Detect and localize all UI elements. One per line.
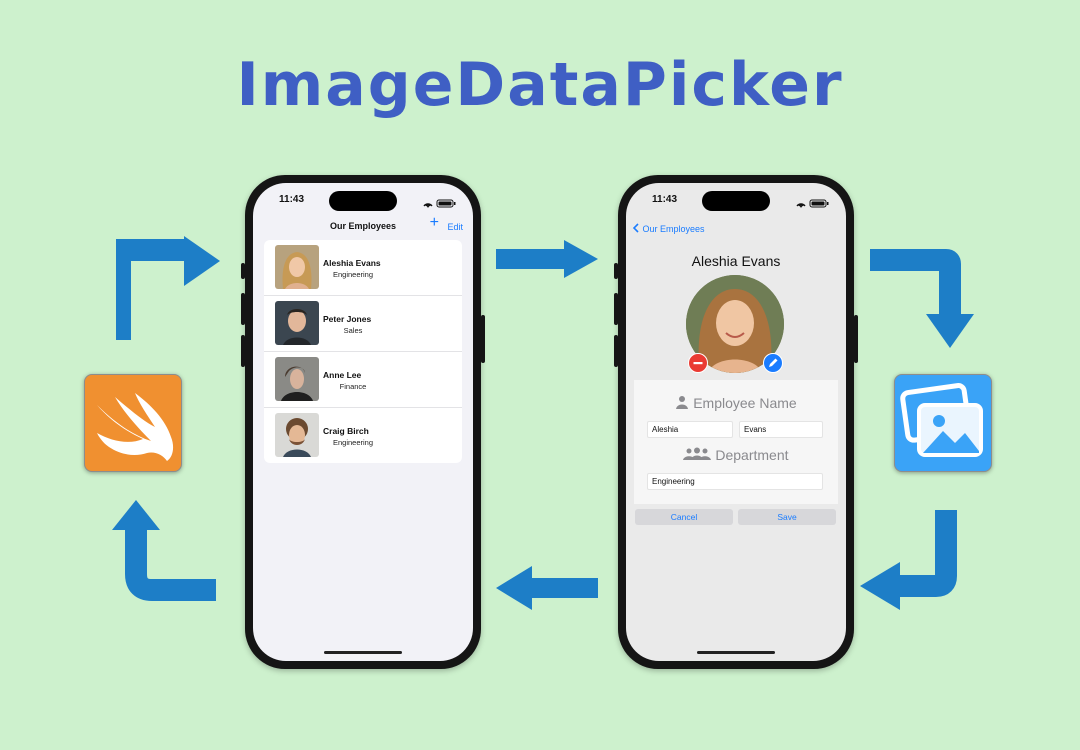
cancel-button[interactable]: Cancel	[635, 509, 733, 525]
employee-department: Finance	[339, 382, 367, 391]
edit-form: Employee Name Aleshia Evans Department E…	[634, 380, 838, 504]
arrow-right-top-icon	[496, 240, 598, 278]
chevron-left-icon	[632, 223, 639, 233]
employee-row[interactable]: Craig Birch Engineering	[264, 408, 462, 463]
employee-department: Sales	[343, 326, 363, 335]
dynamic-island	[329, 191, 397, 211]
employee-row[interactable]: Anne Lee Finance	[264, 352, 462, 408]
employee-photo	[275, 357, 319, 401]
employee-list: Aleshia Evans Engineering Peter Jones Sa…	[264, 240, 462, 463]
add-employee-button[interactable]: +	[430, 215, 439, 231]
employee-photo	[275, 301, 319, 345]
remove-photo-button[interactable]	[688, 353, 708, 373]
arrow-right-down-icon	[870, 249, 974, 348]
phone-employee-list: 11:43 Our Employees + Edit Aleshia Evans…	[241, 175, 485, 669]
person-icon	[676, 396, 689, 409]
department-label: Department	[715, 447, 789, 463]
back-label: Our Employees	[642, 224, 705, 234]
department-header: Department	[634, 447, 838, 463]
status-icons	[421, 195, 457, 213]
pencil-icon	[769, 358, 778, 367]
detail-screen: 11:43 Our Employees Aleshia Evans Employ…	[626, 183, 846, 661]
employee-department: Engineering	[332, 438, 374, 447]
department-field[interactable]: Engineering	[647, 473, 823, 490]
employee-department: Engineering	[332, 270, 374, 279]
nav-title: Our Employees	[329, 221, 397, 231]
employee-name: Peter Jones	[323, 314, 372, 324]
employee-name-label: Employee Name	[693, 395, 797, 411]
employee-name: Craig Birch	[323, 426, 369, 436]
status-icons	[794, 195, 830, 213]
arrow-left-bottom-icon	[496, 566, 598, 610]
arrow-down-left-icon	[860, 510, 957, 610]
home-indicator	[697, 651, 775, 654]
save-button[interactable]: Save	[738, 509, 836, 525]
group-icon	[683, 447, 712, 460]
status-time: 11:43	[652, 194, 678, 205]
photos-icon	[894, 374, 992, 472]
home-indicator	[324, 651, 402, 654]
employee-row[interactable]: Peter Jones Sales	[264, 296, 462, 352]
employee-photo	[275, 245, 319, 289]
dynamic-island	[702, 191, 770, 211]
arrow-up-right-icon	[116, 236, 220, 340]
swift-logo-icon	[84, 374, 182, 472]
arrow-left-up-icon	[112, 500, 216, 601]
employee-name: Aleshia Evans	[323, 258, 381, 268]
first-name-field[interactable]: Aleshia	[647, 421, 733, 438]
phone-employee-detail: 11:43 Our Employees Aleshia Evans Employ…	[614, 175, 858, 669]
employee-photo	[275, 413, 319, 457]
detail-name: Aleshia Evans	[691, 253, 781, 269]
employee-name-header: Employee Name	[634, 395, 838, 411]
employee-row[interactable]: Aleshia Evans Engineering	[264, 240, 462, 296]
edit-button[interactable]: Edit	[447, 222, 463, 232]
banner-title: ImageDataPicker	[236, 50, 844, 120]
edit-photo-button[interactable]	[763, 353, 783, 373]
back-button[interactable]: Our Employees	[632, 223, 705, 234]
status-time: 11:43	[279, 194, 305, 205]
employee-name: Anne Lee	[323, 370, 362, 380]
minus-icon	[693, 362, 703, 365]
last-name-field[interactable]: Evans	[739, 421, 823, 438]
list-screen: 11:43 Our Employees + Edit Aleshia Evans…	[253, 183, 473, 661]
